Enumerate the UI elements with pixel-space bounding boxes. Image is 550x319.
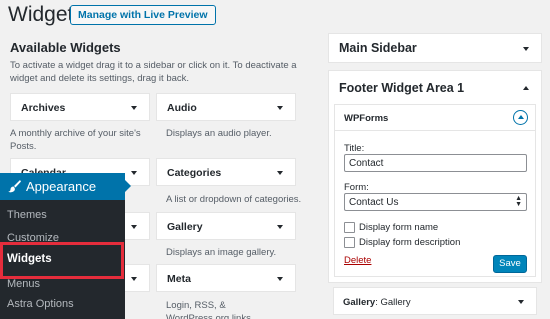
title-input[interactable]: Contact (344, 154, 527, 172)
caret-down-icon[interactable] (523, 47, 529, 51)
caret-down-icon[interactable] (277, 225, 283, 229)
manage-live-preview-button[interactable]: Manage with Live Preview (70, 5, 216, 25)
form-select[interactable]: Contact Us ▲ ▼ (344, 193, 527, 211)
widget-meta[interactable]: Meta (156, 264, 296, 292)
widget-description: Displays an audio player. (166, 128, 272, 139)
caret-down-icon[interactable] (131, 171, 137, 175)
menu-current-arrow (125, 180, 131, 192)
gallery-widget-panel[interactable]: Gallery: Gallery (333, 287, 537, 315)
caret-down-icon[interactable] (277, 106, 283, 110)
widget-description: Displays an image gallery. (166, 247, 277, 258)
gallery-widget-title: Gallery: Gallery (343, 297, 411, 308)
footer-widget-area-panel: Footer Widget Area 1 WPForms Title: Cont… (328, 70, 542, 283)
caret-down-icon[interactable] (131, 277, 137, 281)
footer-area-title: Footer Widget Area 1 (339, 81, 465, 95)
widget-audio[interactable]: Audio (156, 93, 296, 121)
widget-gallery[interactable]: Gallery (156, 212, 296, 240)
widget-categories[interactable]: Categories (156, 158, 296, 186)
caret-up-icon[interactable] (523, 86, 529, 90)
caret-down-icon[interactable] (131, 106, 137, 110)
caret-down-icon[interactable] (277, 277, 283, 281)
wpforms-title: WPForms (344, 113, 389, 124)
available-widgets-heading: Available Widgets (10, 40, 121, 55)
menu-item-astra-options[interactable]: Astra Options (7, 298, 74, 310)
paintbrush-icon (7, 179, 21, 193)
display-form-description-checkbox[interactable] (344, 237, 355, 248)
display-form-name-checkbox[interactable] (344, 222, 355, 233)
form-label: Form: (344, 182, 369, 193)
widget-archives[interactable]: Archives (10, 93, 150, 121)
chevron-up-circle-icon[interactable] (513, 110, 528, 125)
widgets-menu-label: Widgets (7, 253, 52, 265)
widget-title: Archives (21, 102, 66, 114)
widget-title: Categories (167, 167, 222, 179)
widget-title: Audio (167, 102, 197, 114)
main-sidebar-panel[interactable]: Main Sidebar (328, 33, 542, 63)
caret-down-icon[interactable] (277, 171, 283, 175)
display-form-name-label: Display form name (359, 222, 439, 233)
widget-description: A monthly archive of your site's Posts. (10, 128, 141, 152)
main-sidebar-title: Main Sidebar (339, 41, 417, 55)
widget-title: Gallery (167, 221, 203, 233)
menu-item-themes[interactable]: Themes (7, 209, 47, 221)
widget-description: A list or dropdown of categories. (166, 194, 302, 205)
title-label: Title: (344, 143, 365, 154)
appearance-label: Appearance (26, 179, 97, 194)
caret-down-icon[interactable] (518, 300, 524, 304)
wpforms-widget: WPForms Title: Contact Form: Contact Us … (334, 104, 536, 277)
delete-link[interactable]: Delete (344, 255, 371, 266)
menu-appearance[interactable]: Appearance (0, 173, 125, 200)
form-select-value: Contact Us (349, 197, 399, 208)
save-button[interactable]: Save (493, 255, 527, 273)
widget-title: Meta (167, 273, 191, 285)
menu-item-menus[interactable]: Menus (7, 278, 40, 290)
wpforms-widget-header[interactable]: WPForms (335, 105, 535, 131)
caret-down-icon[interactable] (131, 225, 137, 229)
display-form-description-label: Display form description (359, 237, 461, 248)
menu-item-widgets[interactable]: Widgets (0, 242, 124, 279)
available-widgets-description: To activate a widget drag it to a sideba… (10, 60, 297, 84)
widget-description: Login, RSS, & WordPress.org links. (166, 300, 254, 319)
chevron-up-icon (517, 115, 524, 119)
select-arrows-icon: ▲ ▼ (515, 195, 522, 208)
